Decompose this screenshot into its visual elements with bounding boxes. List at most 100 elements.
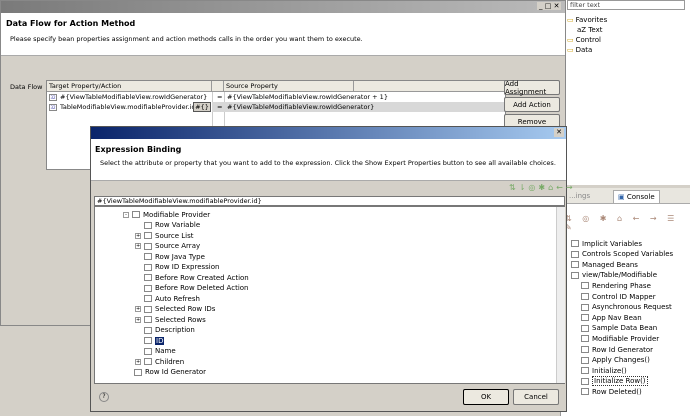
column-header-source[interactable]: Source Property <box>224 81 354 91</box>
node-icon <box>581 314 589 322</box>
palette-item[interactable]: ▭ Data <box>567 44 592 55</box>
node-icon <box>581 367 589 375</box>
list-icon <box>144 232 152 239</box>
expression-button[interactable]: #{} <box>193 102 211 112</box>
expand-toggle[interactable]: + <box>135 358 141 365</box>
star-icon <box>144 253 152 260</box>
title-bar <box>1 1 565 13</box>
tree-item[interactable]: Name <box>135 346 176 357</box>
node-icon <box>571 261 579 269</box>
close-icon[interactable]: ✕ <box>554 128 564 137</box>
tree-item[interactable]: Rendering Phase <box>581 280 651 291</box>
help-icon[interactable]: ? <box>99 392 109 402</box>
tree-item[interactable]: + Selected Row IDs <box>135 304 215 315</box>
number-icon <box>144 337 152 344</box>
number-icon <box>134 368 142 376</box>
tree-item[interactable]: Initialize Row() <box>581 376 648 387</box>
dialog-description: Please specify bean properties assignmen… <box>10 35 363 43</box>
tree-item[interactable]: + Children <box>135 356 184 367</box>
tab-console[interactable]: ▣ Console <box>613 190 660 204</box>
dialog-description: Select the attribute or property that yo… <box>100 159 556 167</box>
add-assignment-button[interactable]: Add Assignment <box>504 80 560 96</box>
node-icon <box>571 271 579 279</box>
tree-item[interactable]: Before Row Deleted Action <box>135 283 249 294</box>
tree-item[interactable]: + Source Array <box>135 241 200 252</box>
tree-item[interactable]: Row Variable <box>135 220 200 231</box>
expression-input[interactable]: #{ViewTableModifiableView.modifiableProv… <box>94 196 565 206</box>
expression-binding-dialog: ✕ Expression Binding Select the attribut… <box>90 126 573 412</box>
tree-item[interactable]: ID <box>135 335 165 346</box>
boolean-icon <box>144 295 152 302</box>
tree-item[interactable]: Managed Beans <box>571 259 638 270</box>
expand-toggle[interactable]: + <box>135 232 141 239</box>
list-icon <box>144 242 152 250</box>
number-icon: 32 <box>49 93 57 101</box>
folder-icon: ▭ <box>567 45 574 54</box>
bean-icon <box>144 358 152 365</box>
tab-settings[interactable]: ...ings <box>569 192 590 200</box>
expand-toggle[interactable]: + <box>135 316 141 323</box>
list-icon <box>144 316 152 323</box>
view-toolbar: ⇅ ◎ ✱ ⌂ ← → ☰ ✎ <box>565 214 679 232</box>
string-icon <box>144 326 152 334</box>
variables-view: ...ings ▣ Console ⇅ ◎ ✱ ⌂ ← → ☰ ✎ Implic… <box>560 188 690 416</box>
string-icon <box>144 347 152 355</box>
node-icon <box>581 324 589 332</box>
tree-item[interactable]: Sample Data Bean <box>581 323 657 334</box>
tree-item[interactable]: + Selected Rows <box>135 314 206 325</box>
tree-item[interactable]: Asynchronous Request <box>581 302 672 313</box>
add-action-button[interactable]: Add Action <box>504 97 560 112</box>
node-icon <box>571 250 579 258</box>
column-header-target[interactable]: Target Property/Action <box>47 81 212 91</box>
tree-item[interactable]: Row ID Expression <box>135 262 219 273</box>
expand-toggle[interactable]: - <box>123 211 129 218</box>
tree-item[interactable]: Implicit Variables <box>571 238 642 249</box>
palette-panel: filter text ▭ Favorites aZ Text ▭ Control ▭ Da… <box>560 0 690 185</box>
tree-item[interactable]: Control ID Mapper <box>581 291 656 302</box>
expert-toolbar[interactable]: ⇅⇂◎✱⌂←→ <box>509 183 576 192</box>
node-icon <box>581 303 589 311</box>
tree-item[interactable]: Before Row Created Action <box>135 272 249 283</box>
node-icon <box>581 282 589 290</box>
dialog-title: Data Flow for Action Method <box>6 19 136 28</box>
number-icon: 32 <box>49 103 57 111</box>
expand-toggle[interactable]: + <box>135 243 141 249</box>
tree-item[interactable]: Row Id Generator <box>581 344 653 355</box>
tree-item[interactable]: App Nav Bean <box>581 312 642 323</box>
tree-item[interactable]: Auto Refresh <box>135 293 200 304</box>
tree-item[interactable]: Modifiable Provider <box>581 333 659 344</box>
tree-item[interactable]: Initialize() <box>581 365 627 376</box>
node-icon <box>581 293 589 300</box>
star-icon <box>144 284 152 292</box>
star-icon <box>144 263 152 271</box>
tree-item[interactable]: + Source List <box>135 230 194 241</box>
filter-input[interactable]: filter text <box>567 0 685 10</box>
star-icon <box>144 274 152 281</box>
folder-icon: ▭ <box>567 15 574 24</box>
tree-item[interactable]: view/Table/Modifiable <box>571 270 657 281</box>
tree-item[interactable]: - Modifiable Provider <box>123 209 210 220</box>
table-row[interactable]: 32 TableModifiableView.modifiableProvider… <box>47 102 505 112</box>
tree-item[interactable]: Row Id Generator <box>125 367 206 378</box>
dialog-title: Expression Binding <box>95 145 182 154</box>
tree-item[interactable]: Description <box>135 325 195 336</box>
expand-toggle[interactable]: + <box>135 306 141 312</box>
console-icon: ▣ <box>618 193 627 201</box>
table-icon <box>132 211 140 218</box>
node-icon <box>581 346 589 353</box>
scrollbar[interactable] <box>556 207 565 383</box>
table-row[interactable]: 32 #{ViewTableModifiableView.rowIdGenerat… <box>47 92 505 102</box>
tree-item[interactable]: Row Java Type <box>135 251 205 262</box>
tree-item[interactable]: Apply Changes() <box>581 355 650 366</box>
node-icon <box>581 356 589 364</box>
node-icon <box>581 335 589 343</box>
tree-item[interactable]: Row Deleted() <box>581 386 642 397</box>
window-controls[interactable]: _ □ ✕ <box>537 2 562 10</box>
tree-item[interactable]: Controls Scoped Variables <box>571 249 673 260</box>
node-icon <box>581 388 589 396</box>
cancel-button[interactable]: Cancel <box>513 389 559 405</box>
bean-icon <box>144 305 152 313</box>
folder-icon: ▭ <box>567 35 574 44</box>
ok-button[interactable]: OK <box>463 389 509 405</box>
node-icon <box>571 240 579 247</box>
